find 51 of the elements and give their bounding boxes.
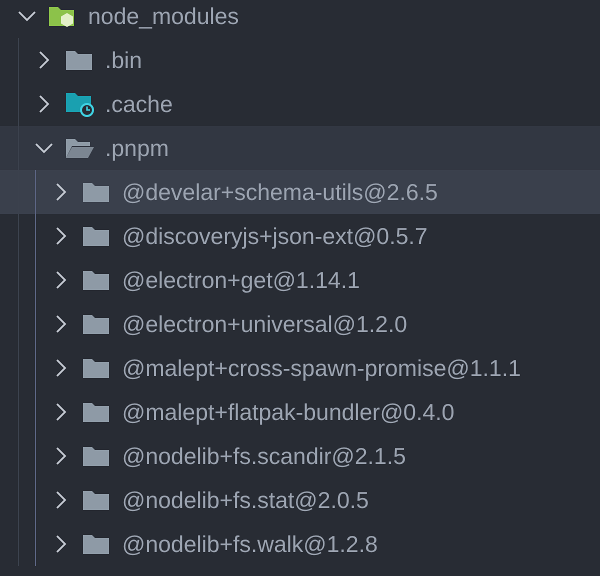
folder-name: @nodelib+fs.stat@2.0.5 xyxy=(122,486,369,515)
chevron-right-icon[interactable] xyxy=(55,271,67,289)
tree-row[interactable]: .cache xyxy=(0,82,600,126)
tree-row[interactable]: @electron+universal@1.2.0 xyxy=(0,302,600,346)
folder-icon xyxy=(82,401,110,423)
folder-icon xyxy=(82,357,110,379)
folder-icon xyxy=(82,489,110,511)
folder-name: .bin xyxy=(105,46,142,75)
tree-row[interactable]: @nodelib+fs.stat@2.0.5 xyxy=(0,478,600,522)
chevron-right-icon[interactable] xyxy=(55,359,67,377)
tree-row[interactable]: @nodelib+fs.walk@1.2.8 xyxy=(0,522,600,566)
folder-icon xyxy=(82,225,110,247)
chevron-right-icon[interactable] xyxy=(55,315,67,333)
folder-icon xyxy=(82,269,110,291)
chevron-right-icon[interactable] xyxy=(55,183,67,201)
chevron-right-icon[interactable] xyxy=(38,95,50,113)
folder-name: .cache xyxy=(105,90,173,119)
folder-name: node_modules xyxy=(88,2,239,31)
chevron-right-icon[interactable] xyxy=(38,51,50,69)
tree-row[interactable]: @malept+cross-spawn-promise@1.1.1 xyxy=(0,346,600,390)
tree-row[interactable]: @nodelib+fs.scandir@2.1.5 xyxy=(0,434,600,478)
clock-folder-icon xyxy=(65,91,95,117)
tree-row[interactable]: @develar+schema-utils@2.6.5 xyxy=(0,170,600,214)
tree-row[interactable]: .bin xyxy=(0,38,600,82)
folder-icon xyxy=(82,313,110,335)
tree-row[interactable]: .pnpm xyxy=(0,126,600,170)
folder-name: @nodelib+fs.walk@1.2.8 xyxy=(122,530,378,559)
folder-name: .pnpm xyxy=(105,134,169,163)
tree-row[interactable]: node_modules xyxy=(0,0,600,38)
folder-name: @electron+get@1.14.1 xyxy=(122,266,360,295)
folder-name: @develar+schema-utils@2.6.5 xyxy=(122,178,438,207)
chevron-right-icon[interactable] xyxy=(55,227,67,245)
folder-name: @discoveryjs+json-ext@0.5.7 xyxy=(122,222,428,251)
tree-row[interactable]: @discoveryjs+json-ext@0.5.7 xyxy=(0,214,600,258)
chevron-down-icon[interactable] xyxy=(18,10,36,22)
tree-row[interactable]: @electron+get@1.14.1 xyxy=(0,258,600,302)
folder-name: @malept+flatpak-bundler@0.4.0 xyxy=(122,398,454,427)
open-folder-icon xyxy=(65,137,95,159)
chevron-down-icon[interactable] xyxy=(35,142,53,154)
folder-icon xyxy=(65,49,93,71)
folder-name: @nodelib+fs.scandir@2.1.5 xyxy=(122,442,406,471)
folder-icon xyxy=(82,181,110,203)
folder-icon xyxy=(82,445,110,467)
folder-icon xyxy=(82,533,110,555)
tree-row[interactable]: @malept+flatpak-bundler@0.4.0 xyxy=(0,390,600,434)
folder-name: @electron+universal@1.2.0 xyxy=(122,310,408,339)
chevron-right-icon[interactable] xyxy=(55,535,67,553)
chevron-right-icon[interactable] xyxy=(55,491,67,509)
chevron-right-icon[interactable] xyxy=(55,403,67,421)
chevron-right-icon[interactable] xyxy=(55,447,67,465)
folder-name: @malept+cross-spawn-promise@1.1.1 xyxy=(122,354,521,383)
